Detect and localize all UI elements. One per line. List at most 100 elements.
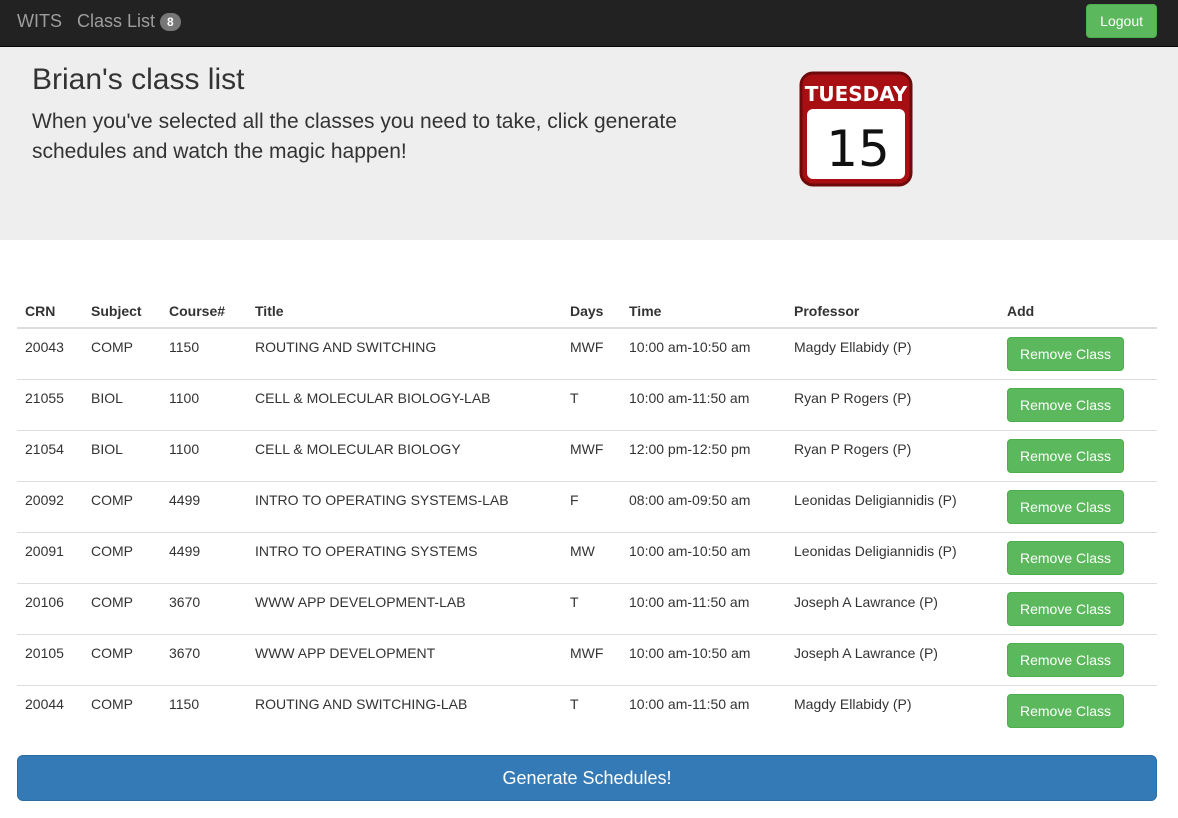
cell-course: 1150 (169, 339, 200, 355)
cell-course: 4499 (161, 532, 247, 584)
class-list-label: Class List (77, 11, 156, 31)
cell-days: MWF (570, 339, 604, 355)
cell-time: 10:00 am-10:50 am (621, 634, 786, 686)
calendar-date-text: 15 (826, 120, 890, 178)
logout-button[interactable]: Logout (1086, 4, 1157, 38)
cell-subject: COMP (83, 634, 161, 686)
generate-schedules-button[interactable]: Generate Schedules! (17, 755, 1157, 801)
cell-time: 10:00 am-10:50 am (629, 339, 751, 355)
cell-professor: Magdy Ellabidy (P) (794, 339, 912, 355)
remove-class-button[interactable]: Remove Class (1007, 694, 1125, 728)
cell-course: 1100 (161, 430, 247, 482)
table-row: 21055 BIOL 1100 CELL & MOLECULAR BIOLOGY-LA… (17, 379, 1157, 431)
cell-course: 1150 (161, 685, 247, 737)
cell-crn: 21055 (17, 379, 83, 431)
cell-action: Remove Class (999, 379, 1157, 431)
cell-title: ROUTING AND SWITCHING-LAB (247, 685, 562, 737)
column-header-add: Add (999, 292, 1157, 329)
cell-professor: Joseph A Lawrance (P) (786, 634, 999, 686)
remove-class-button[interactable]: Remove Class (1007, 388, 1125, 422)
cell-subject: COMP (83, 481, 161, 533)
column-header-subject: Subject (83, 292, 161, 329)
cell-professor: Magdy Ellabidy (P) (786, 685, 999, 737)
column-header-professor: Professor (786, 292, 999, 329)
remove-class-button[interactable]: Remove Class (1007, 541, 1125, 575)
table-row: 20043 COMP 1150 ROUTING AND SWITCHING MWF 10:… (17, 328, 1157, 380)
cell-days: T (562, 685, 621, 737)
cell-crn: 21054 (17, 430, 83, 482)
cell-professor: Leonidas Deligiannidis (P) (786, 481, 999, 533)
cell-time: 10:00 am-11:50 am (621, 379, 786, 431)
class-table: CRN Subject Course# Title Days Time Prof… (17, 292, 1157, 737)
cell-subject: COMP (91, 339, 133, 355)
cell-days: MW (562, 532, 621, 584)
cell-course: 4499 (161, 481, 247, 533)
cell-time: 10:00 am-11:50 am (621, 685, 786, 737)
cell-days: MWF (562, 430, 621, 482)
cell-crn: 20105 (17, 634, 83, 686)
cell-title: CELL & MOLECULAR BIOLOGY (247, 430, 562, 482)
cell-subject: COMP (83, 532, 161, 584)
calendar-day-text: TUESDAY (805, 82, 908, 106)
cell-subject: BIOL (83, 430, 161, 482)
page-title: Brian's class list (32, 63, 245, 96)
cell-title: ROUTING AND SWITCHING (255, 339, 437, 355)
cell-subject: COMP (83, 685, 161, 737)
cell-crn: 20091 (17, 532, 83, 584)
cell-days: T (562, 379, 621, 431)
cell-crn: 20043 (25, 339, 64, 355)
cell-action: Remove Class (999, 481, 1157, 533)
column-header-time: Time (621, 292, 786, 329)
class-count-badge: 8 (160, 12, 181, 31)
calendar-icon: TUESDAY 15 (799, 71, 913, 187)
cell-days: MWF (562, 634, 621, 686)
cell-action: Remove Class (999, 328, 1157, 380)
cell-subject: COMP (83, 583, 161, 635)
cell-crn: 20044 (17, 685, 83, 737)
cell-professor: Ryan P Rogers (P) (786, 379, 999, 431)
cell-professor: Ryan P Rogers (P) (786, 430, 999, 482)
navbar: WITS Class List 8 Logout (0, 0, 1178, 47)
class-table-wrapper: CRN Subject Course# Title Days Time Prof… (17, 292, 1157, 737)
column-header-title: Title (247, 292, 562, 329)
remove-class-button[interactable]: Remove Class (1007, 643, 1125, 677)
table-header-row: CRN Subject Course# Title Days Time Prof… (17, 292, 1157, 329)
cell-title: WWW APP DEVELOPMENT-LAB (247, 583, 562, 635)
remove-class-button[interactable]: Remove Class (1007, 439, 1125, 473)
class-list-link[interactable]: Class List 8 (77, 11, 181, 32)
cell-days: F (562, 481, 621, 533)
cell-action: Remove Class (999, 583, 1157, 635)
cell-professor: Joseph A Lawrance (P) (786, 583, 999, 635)
cell-subject: BIOL (83, 379, 161, 431)
table-row: 20105 COMP 3670 WWW APP DEVELOPMENT MWF 10:00… (17, 634, 1157, 686)
column-header-days: Days (562, 292, 621, 329)
cell-title: INTRO TO OPERATING SYSTEMS (247, 532, 562, 584)
cell-time: 10:00 am-11:50 am (621, 583, 786, 635)
table-row: 20092 COMP 4499 INTRO TO OPERATING SYSTEMS-… (17, 481, 1157, 533)
cell-action: Remove Class (999, 685, 1157, 737)
cell-action: Remove Class (999, 532, 1157, 584)
remove-class-button[interactable]: Remove Class (1007, 337, 1125, 371)
cell-action: Remove Class (999, 634, 1157, 686)
cell-professor: Leonidas Deligiannidis (P) (786, 532, 999, 584)
table-row: 20106 COMP 3670 WWW APP DEVELOPMENT-LAB T 10:… (17, 583, 1157, 635)
table-row: 20044 COMP 1150 ROUTING AND SWITCHING-LAB T 1… (17, 685, 1157, 737)
cell-crn: 20092 (17, 481, 83, 533)
brand-link[interactable]: WITS (17, 11, 62, 32)
cell-time: 12:00 pm-12:50 pm (621, 430, 786, 482)
cell-course: 3670 (161, 634, 247, 686)
cell-time: 08:00 am-09:50 am (621, 481, 786, 533)
cell-title: WWW APP DEVELOPMENT (247, 634, 562, 686)
cell-title: CELL & MOLECULAR BIOLOGY-LAB (247, 379, 562, 431)
cell-course: 3670 (161, 583, 247, 635)
jumbotron: Brian's class list When you've selected … (0, 47, 1178, 240)
remove-class-button[interactable]: Remove Class (1007, 592, 1125, 626)
page-subtitle: When you've selected all the classes you… (32, 110, 677, 163)
cell-action: Remove Class (999, 430, 1157, 482)
table-row: 21054 BIOL 1100 CELL & MOLECULAR BIOLOGY MWF… (17, 430, 1157, 482)
cell-time: 10:00 am-10:50 am (621, 532, 786, 584)
remove-class-button[interactable]: Remove Class (1007, 490, 1125, 524)
cell-crn: 20106 (17, 583, 83, 635)
cell-title: INTRO TO OPERATING SYSTEMS-LAB (247, 481, 562, 533)
table-row: 20091 COMP 4499 INTRO TO OPERATING SYSTEMS M… (17, 532, 1157, 584)
